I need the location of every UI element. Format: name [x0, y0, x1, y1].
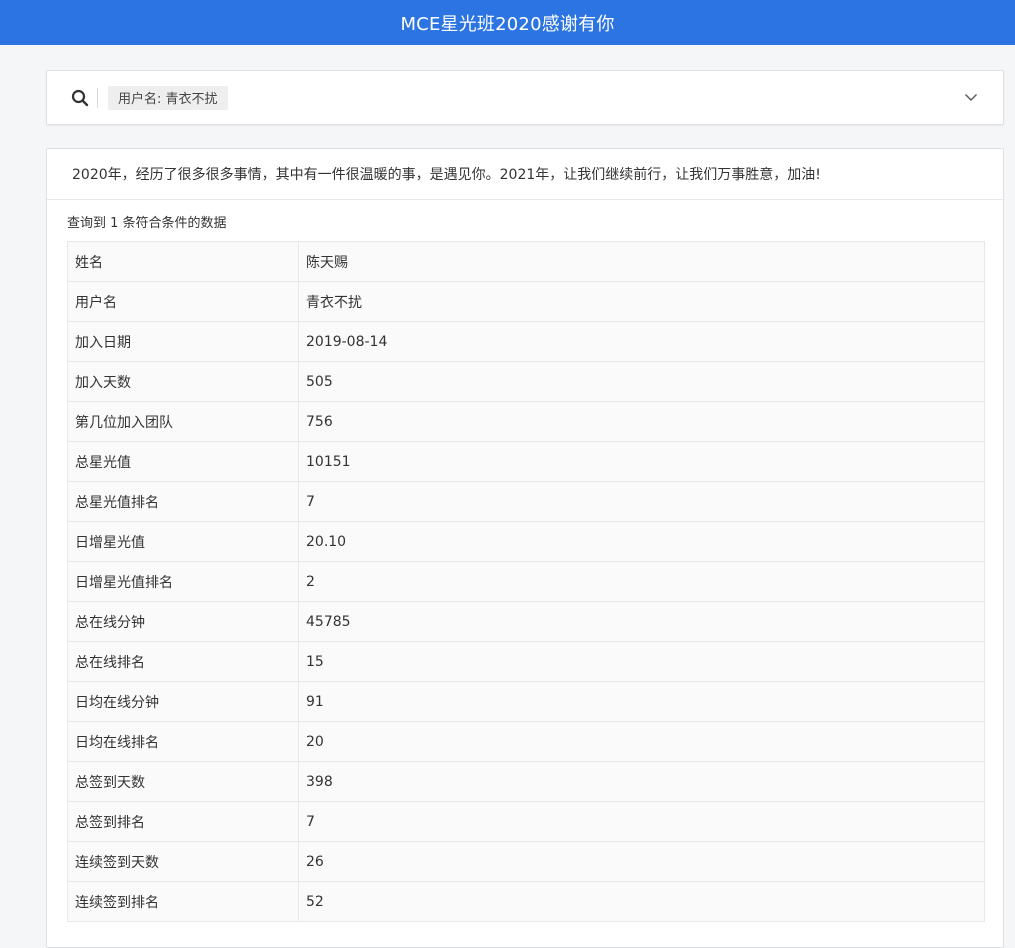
field-label: 总签到天数: [67, 761, 299, 802]
field-value: 青衣不扰: [298, 281, 985, 322]
field-value: 陈天赐: [298, 241, 985, 282]
table-row: 连续签到排名 52: [67, 881, 985, 922]
table-row: 日增星光值 20.10: [67, 521, 985, 562]
table-row: 日增星光值排名 2: [67, 561, 985, 602]
field-value: 2: [298, 561, 985, 602]
field-value: 398: [298, 761, 985, 802]
page-title: MCE星光班2020感谢有你: [400, 13, 615, 35]
field-value: 756: [298, 401, 985, 442]
field-label: 加入天数: [67, 361, 299, 402]
table-row: 第几位加入团队 756: [67, 401, 985, 442]
field-label: 总星光值排名: [67, 481, 299, 522]
filter-tag-username[interactable]: 用户名: 青衣不扰: [108, 85, 228, 110]
table-row: 总签到排名 7: [67, 801, 985, 842]
search-bar[interactable]: 用户名: 青衣不扰: [46, 70, 1004, 125]
field-value: 505: [298, 361, 985, 402]
detail-table: 姓名 陈天赐 用户名 青衣不扰 加入日期 2019-08-14 加入天数 505 第几位加入团队…: [67, 241, 985, 922]
field-label: 连续签到天数: [67, 841, 299, 882]
field-value: 15: [298, 641, 985, 682]
table-row: 日均在线分钟 91: [67, 681, 985, 722]
field-label: 日均在线分钟: [67, 681, 299, 722]
field-value: 20: [298, 721, 985, 762]
field-value: 7: [298, 801, 985, 842]
field-label: 连续签到排名: [67, 881, 299, 922]
table-row: 日均在线排名 20: [67, 721, 985, 762]
table-row: 总星光值 10151: [67, 441, 985, 482]
field-label: 总签到排名: [67, 801, 299, 842]
greeting-message: 2020年，经历了很多很多事情，其中有一件很温暖的事，是遇见你。2021年，让我…: [72, 167, 821, 183]
field-label: 总在线分钟: [67, 601, 299, 642]
chevron-down-icon[interactable]: [963, 89, 979, 105]
card-header: 2020年，经历了很多很多事情，其中有一件很温暖的事，是遇见你。2021年，让我…: [47, 149, 1003, 200]
table-row: 用户名 青衣不扰: [67, 281, 985, 322]
table-row: 总星光值排名 7: [67, 481, 985, 522]
field-value: 10151: [298, 441, 985, 482]
field-label: 加入日期: [67, 321, 299, 362]
search-icon[interactable]: [71, 89, 89, 107]
table-row: 总在线排名 15: [67, 641, 985, 682]
table-row: 总在线分钟 45785: [67, 601, 985, 642]
field-label: 总在线排名: [67, 641, 299, 682]
field-value: 7: [298, 481, 985, 522]
field-value: 52: [298, 881, 985, 922]
field-label: 姓名: [67, 241, 299, 282]
field-value: 91: [298, 681, 985, 722]
result-count: 查询到 1 条符合条件的数据: [67, 216, 227, 231]
search-divider: [97, 87, 98, 108]
table-row: 加入天数 505: [67, 361, 985, 402]
table-row: 加入日期 2019-08-14: [67, 321, 985, 362]
field-label: 日增星光值排名: [67, 561, 299, 602]
field-value: 2019-08-14: [298, 321, 985, 362]
app-header: MCE星光班2020感谢有你: [0, 0, 1015, 45]
field-value: 20.10: [298, 521, 985, 562]
field-label: 第几位加入团队: [67, 401, 299, 442]
field-label: 日增星光值: [67, 521, 299, 562]
field-value: 26: [298, 841, 985, 882]
field-label: 日均在线排名: [67, 721, 299, 762]
table-row: 连续签到天数 26: [67, 841, 985, 882]
field-label: 总星光值: [67, 441, 299, 482]
table-row: 姓名 陈天赐: [67, 241, 985, 282]
table-row: 总签到天数 398: [67, 761, 985, 802]
field-value: 45785: [298, 601, 985, 642]
result-card: 2020年，经历了很多很多事情，其中有一件很温暖的事，是遇见你。2021年，让我…: [46, 148, 1004, 948]
field-label: 用户名: [67, 281, 299, 322]
